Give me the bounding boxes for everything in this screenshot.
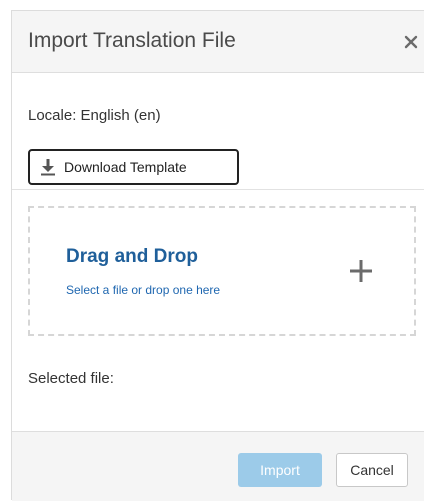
import-button[interactable]: Import bbox=[238, 453, 322, 487]
plus-icon[interactable] bbox=[348, 258, 374, 284]
cancel-button[interactable]: Cancel bbox=[336, 453, 408, 487]
drop-zone-subtitle[interactable]: Select a file or drop one here bbox=[66, 283, 220, 297]
file-drop-zone[interactable]: Drag and Drop Select a file or drop one … bbox=[28, 206, 416, 336]
locale-label: Locale: English (en) bbox=[28, 107, 161, 124]
close-icon[interactable] bbox=[400, 31, 422, 53]
section-divider bbox=[12, 189, 424, 190]
drop-zone-title: Drag and Drop bbox=[66, 246, 198, 267]
download-template-label: Download Template bbox=[64, 159, 187, 175]
dialog-footer: Import Cancel bbox=[12, 431, 424, 501]
download-template-button[interactable]: Download Template bbox=[28, 149, 239, 185]
download-icon bbox=[40, 158, 56, 176]
dialog-header: Import Translation File bbox=[12, 11, 424, 73]
dialog-title: Import Translation File bbox=[28, 29, 236, 52]
selected-file-label: Selected file: bbox=[28, 370, 114, 387]
import-translation-dialog: Import Translation File Locale: English … bbox=[11, 10, 424, 501]
